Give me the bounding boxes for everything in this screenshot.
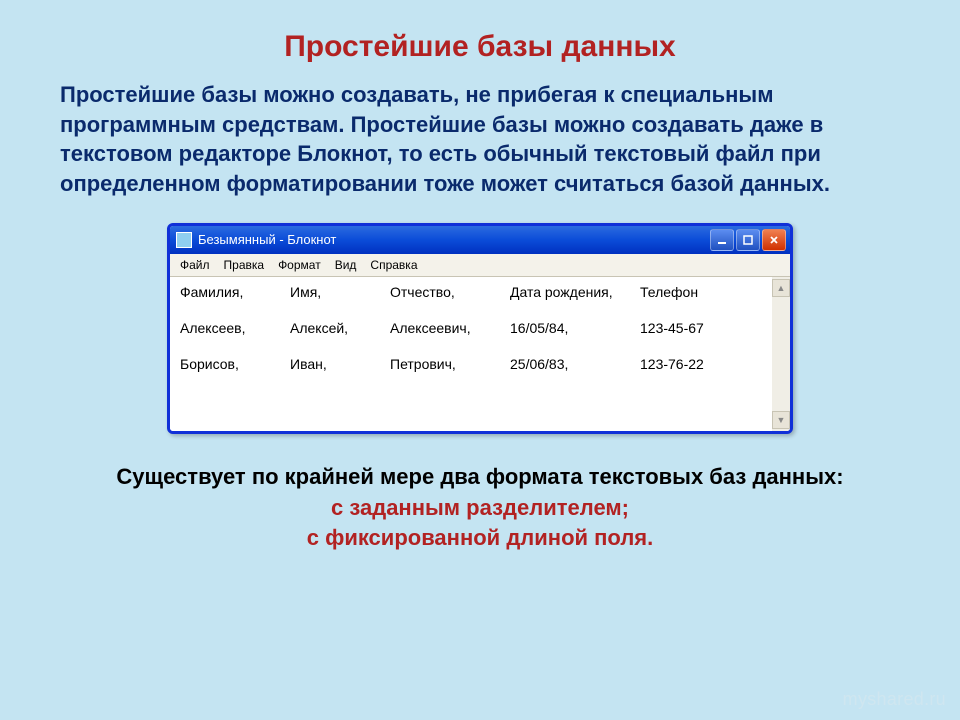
footer-line2: с заданным разделителем; <box>60 493 900 524</box>
intro-paragraph: Простейшие базы можно создавать, не приб… <box>60 80 900 199</box>
notepad-icon <box>176 232 192 248</box>
cell: Алексей, <box>290 319 390 337</box>
menu-view[interactable]: Вид <box>335 258 357 272</box>
scroll-up-icon[interactable]: ▲ <box>772 279 790 297</box>
minimize-button[interactable] <box>710 229 734 251</box>
menu-edit[interactable]: Правка <box>224 258 265 272</box>
close-button[interactable] <box>762 229 786 251</box>
cell: 123-76-22 <box>640 355 750 373</box>
cell: Алексеевич, <box>390 319 510 337</box>
cell: Отчество, <box>390 283 510 301</box>
text-row: Алексеев, Алексей, Алексеевич, 16/05/84,… <box>180 319 762 337</box>
menu-file[interactable]: Файл <box>180 258 210 272</box>
notepad-window: Безымянный - Блокнот Файл Правка Формат … <box>167 223 793 434</box>
menubar: Файл Правка Формат Вид Справка <box>170 254 790 277</box>
cell: Телефон <box>640 283 750 301</box>
cell: Борисов, <box>180 355 290 373</box>
page-title: Простейшие базы данных <box>60 30 900 64</box>
maximize-button[interactable] <box>736 229 760 251</box>
menu-format[interactable]: Формат <box>278 258 321 272</box>
footer: Существует по крайней мере два формата т… <box>60 462 900 554</box>
titlebar[interactable]: Безымянный - Блокнот <box>170 226 790 254</box>
cell: Фамилия, <box>180 283 290 301</box>
footer-line3: с фиксированной длиной поля. <box>60 523 900 554</box>
cell: Имя, <box>290 283 390 301</box>
cell: Дата рождения, <box>510 283 640 301</box>
cell: Иван, <box>290 355 390 373</box>
watermark: myshared.ru <box>843 689 946 710</box>
menu-help[interactable]: Справка <box>370 258 417 272</box>
cell: Алексеев, <box>180 319 290 337</box>
cell: 16/05/84, <box>510 319 640 337</box>
text-row: Фамилия, Имя, Отчество, Дата рождения, Т… <box>180 283 762 301</box>
text-row: Борисов, Иван, Петрович, 25/06/83, 123-7… <box>180 355 762 373</box>
cell: Петрович, <box>390 355 510 373</box>
scroll-down-icon[interactable]: ▼ <box>772 411 790 429</box>
cell: 123-45-67 <box>640 319 750 337</box>
footer-line1: Существует по крайней мере два формата т… <box>60 462 900 493</box>
window-title: Безымянный - Блокнот <box>198 232 336 247</box>
cell: 25/06/83, <box>510 355 640 373</box>
notepad-textarea[interactable]: Фамилия, Имя, Отчество, Дата рождения, Т… <box>170 277 772 431</box>
scrollbar[interactable]: ▲ ▼ <box>772 277 790 431</box>
